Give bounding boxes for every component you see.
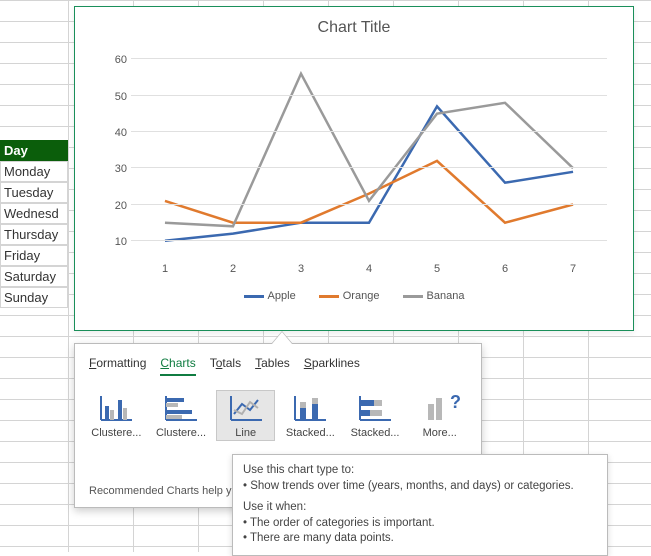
- tab-charts[interactable]: Charts: [160, 356, 195, 376]
- column-header-day[interactable]: Day: [0, 140, 68, 161]
- quick-analysis-gallery: Clustere... Clustere... Line Stacked... Stac…: [75, 376, 481, 441]
- chart-preview: Chart Title 10 20 30 40 50 60 1 2 3 4: [74, 6, 634, 331]
- chart-legend: Apple Orange Banana: [75, 290, 633, 302]
- chart-option-clustered-column[interactable]: Clustere...: [87, 390, 146, 441]
- svg-text:?: ?: [450, 392, 461, 412]
- legend-item: Apple: [244, 290, 296, 302]
- more-icon: ?: [422, 394, 458, 422]
- cell-day[interactable]: Sunday: [0, 287, 68, 308]
- chart-title: Chart Title: [75, 19, 633, 37]
- legend-item: Orange: [319, 290, 380, 302]
- tab-tables[interactable]: Tables: [255, 356, 290, 374]
- chart-option-label: Stacked...: [346, 427, 405, 439]
- chart-option-more[interactable]: ? More...: [410, 390, 469, 441]
- cell-day[interactable]: Saturday: [0, 266, 68, 287]
- cell-day[interactable]: Tuesday: [0, 182, 68, 203]
- clustered-bar-icon: [163, 394, 199, 422]
- chart-option-stacked-column[interactable]: Stacked...: [281, 390, 340, 441]
- stacked-bar-icon: [357, 394, 393, 422]
- cell-day[interactable]: Thursday: [0, 224, 68, 245]
- line-icon: [228, 394, 264, 422]
- chart-option-label: Clustere...: [87, 427, 146, 439]
- clustered-column-icon: [98, 394, 134, 422]
- chart-option-label: Clustere...: [152, 427, 211, 439]
- chart-type-tooltip: Use this chart type to: • Show trends ov…: [232, 454, 608, 556]
- chart-option-clustered-bar[interactable]: Clustere...: [152, 390, 211, 441]
- chart-plot-area: 10 20 30 40 50 60 1 2 3 4 5 6 7: [131, 41, 607, 259]
- chart-option-stacked-bar[interactable]: Stacked...: [346, 390, 405, 441]
- chart-option-label: More...: [410, 427, 469, 439]
- tab-formatting[interactable]: Formatting: [89, 356, 146, 374]
- chart-option-label: Line: [216, 427, 275, 439]
- cell-day[interactable]: Wednesd: [0, 203, 68, 224]
- chart-option-label: Stacked...: [281, 427, 340, 439]
- cell-day[interactable]: Monday: [0, 161, 68, 182]
- chart-option-line[interactable]: Line: [216, 390, 275, 441]
- tab-sparklines[interactable]: Sparklines: [304, 356, 360, 374]
- legend-item: Banana: [403, 290, 465, 302]
- cell-day[interactable]: Friday: [0, 245, 68, 266]
- quick-analysis-tabs: Formatting Charts Totals Tables Sparklines: [75, 344, 481, 376]
- chart-lines-svg: [131, 41, 607, 259]
- x-axis: 1 2 3 4 5 6 7: [131, 263, 607, 281]
- quick-analysis-footer: Recommended Charts help yo: [89, 485, 238, 497]
- y-axis: 10 20 30 40 50 60: [97, 41, 127, 259]
- stacked-column-icon: [292, 394, 328, 422]
- tab-totals[interactable]: Totals: [210, 356, 241, 374]
